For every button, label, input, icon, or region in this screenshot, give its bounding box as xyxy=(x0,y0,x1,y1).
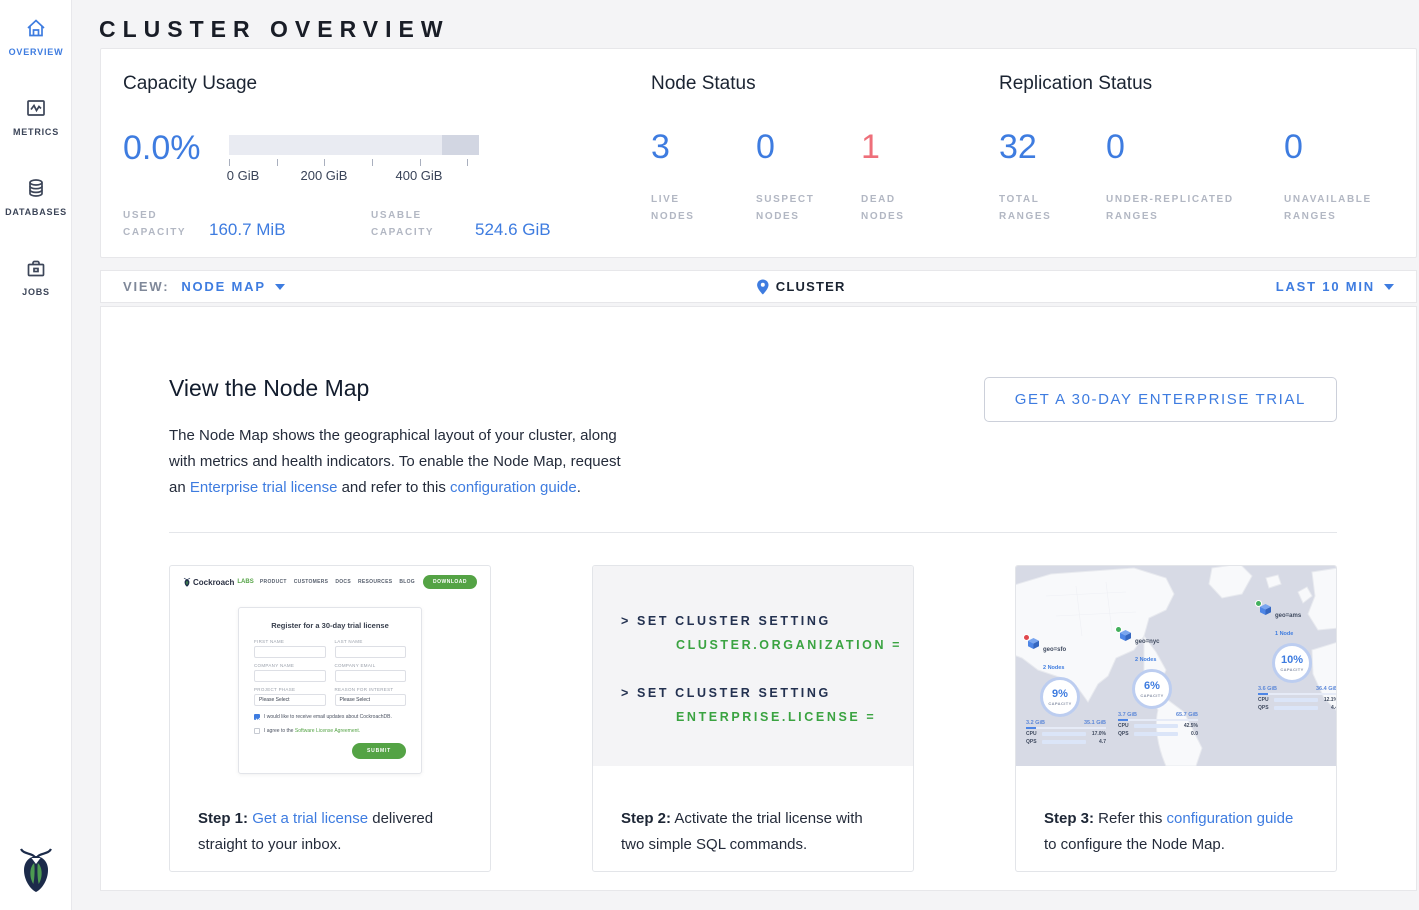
step3-card: geo=sfo2 Nodes 9% CAPACITY 3.2 GiB35.1 G… xyxy=(1015,565,1337,872)
capacity-percent: 0.0% xyxy=(123,129,201,168)
replication-status-title: Replication Status xyxy=(999,73,1419,95)
step1-card: Cockroach LABS PRODUCTCUSTOMERSDOCSRESOU… xyxy=(169,565,491,872)
step1-caption: Step 1: Get a trial license delivered st… xyxy=(170,792,490,858)
total-ranges-stat: 32 TOTAL RANGES xyxy=(999,127,1106,225)
capacity-gauge-nyc: 6% CAPACITY xyxy=(1132,669,1172,709)
live-nodes-label: LIVE NODES xyxy=(651,191,723,225)
capacity-gauge: 0 GiB 200 GiB 400 GiB xyxy=(229,135,479,183)
capacity-gauge-sfo: 9% CAPACITY xyxy=(1040,677,1080,717)
metrics-icon xyxy=(24,96,48,120)
sql-commands-illustration: > SET CLUSTER SETTING CLUSTER.ORGANIZATI… xyxy=(593,566,913,766)
cockroach-labs-mini-logo: Cockroach LABS xyxy=(183,577,254,587)
get-trial-license-link[interactable]: Get a trial license xyxy=(252,810,368,827)
configuration-guide-link[interactable]: configuration guide xyxy=(1167,810,1294,827)
time-range-dropdown[interactable]: LAST 10 MIN xyxy=(1276,279,1394,294)
mini-checkbox-checked xyxy=(254,714,260,720)
capacity-bar-reserved-segment xyxy=(442,135,480,155)
map-node-ams: geo=ams1 Node 10% CAPACITY 3.6 GiB36.4 G… xyxy=(1258,604,1337,711)
capacity-bar xyxy=(229,135,479,155)
node-status-dot-red xyxy=(1023,634,1030,641)
location-pin-icon xyxy=(756,279,769,295)
sidebar-item-databases[interactable]: DATABASES xyxy=(0,160,72,240)
total-ranges-value: 32 xyxy=(999,127,1106,167)
sidebar-item-label: DATABASES xyxy=(0,207,72,217)
view-toolbar: VIEW: NODE MAP CLUSTER LAST 10 MIN xyxy=(100,270,1417,303)
node-cube-icon xyxy=(1260,604,1271,615)
enterprise-trial-button[interactable]: GET A 30-DAY ENTERPRISE TRIAL xyxy=(984,377,1337,422)
sidebar-item-overview[interactable]: OVERVIEW xyxy=(0,0,72,80)
usable-capacity-value: 524.6 GiB xyxy=(475,220,551,241)
sidebar-item-label: METRICS xyxy=(0,127,72,137)
capacity-stats: USED CAPACITY 160.7 MiB USABLE CAPACITY … xyxy=(123,207,551,241)
node-cube-icon xyxy=(1028,638,1039,649)
map-node-sfo: geo=sfo2 Nodes 9% CAPACITY 3.2 GiB35.1 G… xyxy=(1026,638,1106,745)
mini-submit-button: SUBMIT xyxy=(352,743,406,759)
under-replicated-ranges-label: UNDER-REPLICATED RANGES xyxy=(1106,191,1266,225)
dead-nodes-value: 1 xyxy=(861,127,966,167)
enterprise-trial-license-link[interactable]: Enterprise trial license xyxy=(190,479,338,496)
node-map-illustration: geo=sfo2 Nodes 9% CAPACITY 3.2 GiB35.1 G… xyxy=(1016,566,1336,766)
step2-card: > SET CLUSTER SETTING CLUSTER.ORGANIZATI… xyxy=(592,565,914,872)
capacity-gauge-ams: 10% CAPACITY xyxy=(1272,643,1312,683)
cockroachdb-logo xyxy=(0,845,72,898)
mini-checkbox-unchecked xyxy=(254,728,260,734)
view-selector-value: NODE MAP xyxy=(181,279,265,294)
replication-status-section: Replication Status 32 TOTAL RANGES 0 UND… xyxy=(999,73,1419,225)
configuration-guide-link[interactable]: configuration guide xyxy=(450,479,577,496)
capacity-usage-title: Capacity Usage xyxy=(123,73,628,95)
view-selector-dropdown[interactable]: NODE MAP xyxy=(181,279,284,294)
unavailable-ranges-value: 0 xyxy=(1284,127,1419,167)
used-capacity-label: USED CAPACITY xyxy=(123,207,195,241)
divider xyxy=(169,532,1337,533)
databases-icon xyxy=(24,176,48,200)
used-capacity-value: 160.7 MiB xyxy=(209,220,371,241)
capacity-axis-labels: 0 GiB 200 GiB 400 GiB xyxy=(229,167,479,183)
breadcrumb[interactable]: CLUSTER xyxy=(756,279,846,295)
page-title: CLUSTER OVERVIEW xyxy=(73,0,1419,40)
node-map-description: The Node Map shows the geographical layo… xyxy=(169,423,631,501)
total-ranges-label: TOTAL RANGES xyxy=(999,191,1071,225)
map-node-nyc: geo=nyc2 Nodes 6% CAPACITY 3.7 GiB65.7 G… xyxy=(1118,630,1198,737)
under-replicated-ranges-stat: 0 UNDER-REPLICATED RANGES xyxy=(1106,127,1284,225)
node-cube-icon xyxy=(1120,630,1131,641)
unavailable-ranges-label: UNAVAILABLE RANGES xyxy=(1284,191,1384,225)
jobs-icon xyxy=(24,256,48,280)
sidebar: OVERVIEW METRICS DATABASES JOBS xyxy=(0,0,72,910)
sidebar-item-jobs[interactable]: JOBS xyxy=(0,240,72,320)
unavailable-ranges-stat: 0 UNAVAILABLE RANGES xyxy=(1284,127,1419,225)
mini-site-nav: PRODUCTCUSTOMERSDOCSRESOURCESBLOG xyxy=(260,579,415,585)
suspect-nodes-value: 0 xyxy=(756,127,861,167)
step3-caption: Step 3: Refer this configuration guide t… xyxy=(1016,766,1336,858)
time-range-value: LAST 10 MIN xyxy=(1276,279,1375,294)
view-label: VIEW: xyxy=(123,279,169,294)
under-replicated-ranges-value: 0 xyxy=(1106,127,1284,167)
main-content: CLUSTER OVERVIEW Capacity Usage 0.0% 0 G… xyxy=(73,0,1419,891)
trial-registration-screenshot: Cockroach LABS PRODUCTCUSTOMERSDOCSRESOU… xyxy=(170,566,490,792)
capacity-usage-section: Capacity Usage 0.0% 0 GiB 200 GiB 400 Gi… xyxy=(123,73,628,243)
dead-nodes-label: DEAD NODES xyxy=(861,191,933,225)
suspect-nodes-label: SUSPECT NODES xyxy=(756,191,828,225)
cluster-summary-card: Capacity Usage 0.0% 0 GiB 200 GiB 400 Gi… xyxy=(100,48,1417,258)
live-nodes-value: 3 xyxy=(651,127,756,167)
sidebar-item-label: OVERVIEW xyxy=(0,47,72,57)
live-nodes-stat: 3 LIVE NODES xyxy=(651,127,756,225)
chevron-down-icon xyxy=(275,284,285,290)
node-status-dot-green xyxy=(1115,626,1122,633)
chevron-down-icon xyxy=(1384,284,1394,290)
node-map-panel: View the Node Map The Node Map shows the… xyxy=(100,306,1417,891)
mini-download-button: DOWNLOAD xyxy=(423,575,477,589)
dead-nodes-stat: 1 DEAD NODES xyxy=(861,127,966,225)
breadcrumb-cluster: CLUSTER xyxy=(776,279,846,294)
sidebar-item-label: JOBS xyxy=(0,287,72,297)
suspect-nodes-stat: 0 SUSPECT NODES xyxy=(756,127,861,225)
node-status-title: Node Status xyxy=(651,73,966,95)
sidebar-item-metrics[interactable]: METRICS xyxy=(0,80,72,160)
mini-registration-form: Register for a 30-day trial license FIRS… xyxy=(238,607,422,774)
usable-capacity-label: USABLE CAPACITY xyxy=(371,207,457,241)
step2-caption: Step 2: Activate the trial license with … xyxy=(593,766,913,858)
node-status-section: Node Status 3 LIVE NODES 0 SUSPECT NODES… xyxy=(651,73,966,225)
home-icon xyxy=(24,16,48,40)
node-status-dot-green xyxy=(1255,600,1262,607)
capacity-axis-ticks xyxy=(229,159,479,167)
